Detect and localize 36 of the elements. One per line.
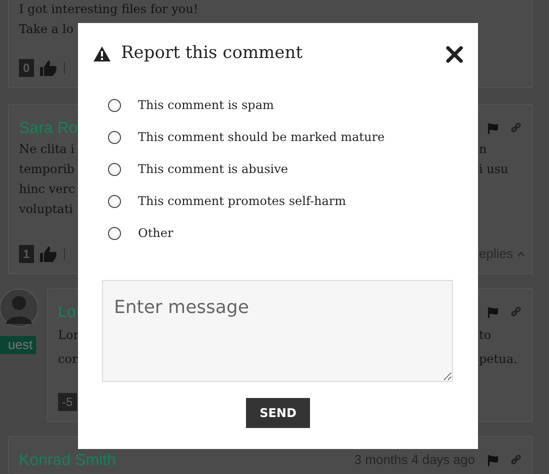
option-label[interactable]: Other: [138, 224, 174, 242]
vote-count: 0: [19, 59, 34, 77]
warning-icon: [93, 46, 111, 62]
comment-text: temporib: [19, 162, 74, 176]
radio-button[interactable]: [108, 194, 121, 208]
chevron-up-icon: [516, 251, 525, 257]
option-label[interactable]: This comment is abusive: [138, 160, 288, 178]
link-icon[interactable]: [511, 455, 521, 465]
avatar: [0, 288, 38, 328]
radio-button[interactable]: [108, 98, 121, 112]
send-button[interactable]: SEND: [246, 398, 310, 428]
dialog-title: Report this comment: [121, 42, 304, 66]
comment-text: n: [479, 142, 487, 156]
message-field[interactable]: Enter message: [102, 280, 453, 382]
flag-icon[interactable]: [487, 454, 499, 466]
radio-button[interactable]: [108, 130, 121, 144]
comment-text: to: [479, 328, 492, 342]
radio-button[interactable]: [108, 226, 121, 240]
link-icon[interactable]: [511, 123, 521, 133]
close-button[interactable]: [446, 46, 463, 62]
thumbs-up-icon[interactable]: [40, 246, 58, 262]
flag-icon[interactable]: [487, 122, 499, 134]
comment-text: petua.: [479, 352, 518, 366]
guest-badge: uest: [0, 336, 36, 354]
option-label[interactable]: This comment is spam: [138, 96, 274, 114]
link-icon[interactable]: [511, 307, 521, 317]
comment-text: hinc verc: [19, 182, 76, 196]
thumbs-up-icon[interactable]: [40, 60, 58, 76]
radio-button[interactable]: [108, 162, 121, 176]
comment-text: voluptati: [19, 202, 73, 216]
option-label[interactable]: This comment promotes self-harm: [138, 192, 346, 210]
comment-text: Lor: [58, 328, 79, 342]
vote-count: -5: [58, 393, 77, 411]
option-label[interactable]: This comment should be marked mature: [138, 128, 385, 146]
vote-count: 1: [19, 245, 34, 263]
flag-icon[interactable]: [487, 306, 499, 318]
